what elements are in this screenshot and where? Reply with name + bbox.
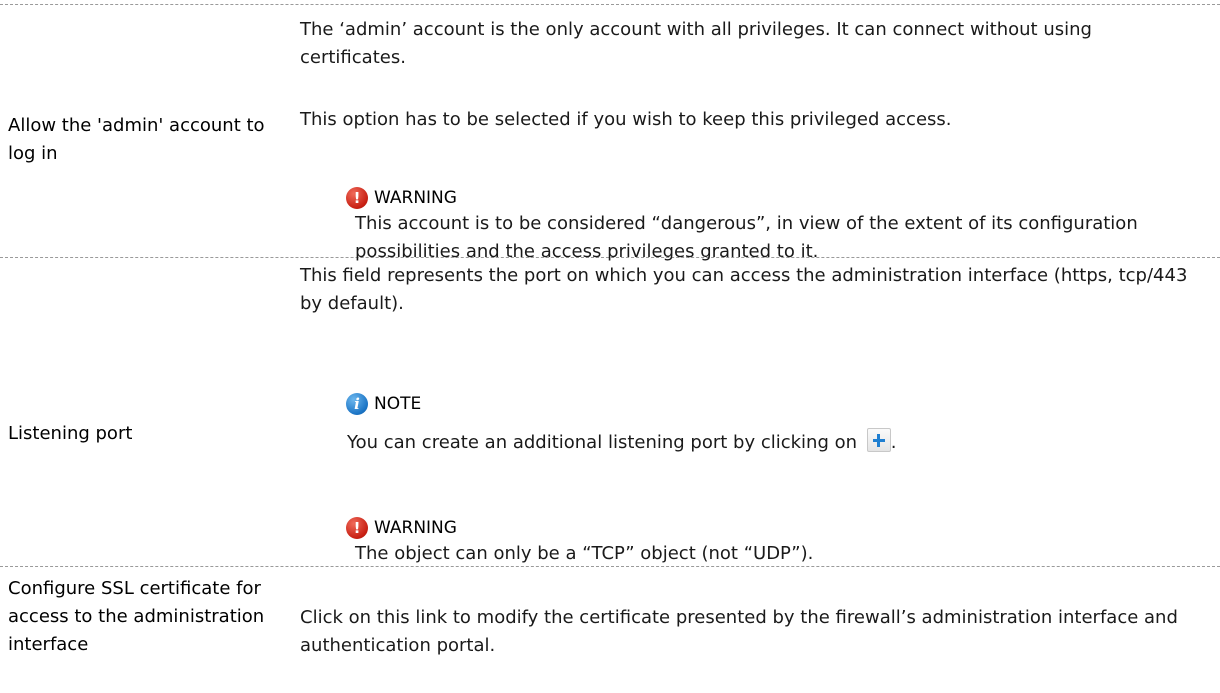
ssl-certificate-description: Click on this link to modify the certifi… [300, 607, 1178, 656]
listening-port-warning-callout: ! WARNING The object can only be a “TCP”… [345, 516, 1205, 568]
row-divider-top [0, 4, 1220, 5]
admin-warning-title: WARNING [374, 188, 457, 208]
listening-port-note-text: You can create an additional listening p… [347, 428, 1205, 457]
listening-port-description: This field represents the port on which … [300, 265, 1188, 314]
admin-login-label: Allow the 'admin' account to log in [8, 115, 265, 164]
admin-warning-callout: ! WARNING This account is to be consider… [345, 186, 1205, 266]
listening-port-note-title: NOTE [374, 394, 422, 414]
listening-port-warning-header: ! WARNING [346, 516, 1205, 540]
listening-port-label: Listening port [8, 423, 133, 444]
warning-icon: ! [346, 187, 368, 209]
warning-icon: ! [346, 517, 368, 539]
listening-port-note-callout: i NOTE You can create an additional list… [345, 392, 1205, 457]
admin-description: The ‘admin’ account is the only account … [300, 19, 1092, 68]
listening-port-warning-title: WARNING [374, 518, 457, 538]
ssl-certificate-label[interactable]: Configure SSL certificate for access to … [8, 575, 293, 659]
listening-port-note-text-before: You can create an additional listening p… [347, 432, 858, 453]
admin-warning-text: This account is to be considered “danger… [355, 213, 1138, 262]
info-icon: i [346, 393, 368, 415]
listening-port-warning-text: The object can only be a “TCP” object (n… [355, 543, 814, 564]
admin-warning-header: ! WARNING [346, 186, 1205, 210]
listening-port-note-text-after: . [890, 432, 897, 453]
listening-port-note-header: i NOTE [346, 392, 1205, 416]
admin-option-description: This option has to be selected if you wi… [300, 109, 952, 130]
add-plus-icon [866, 428, 891, 452]
